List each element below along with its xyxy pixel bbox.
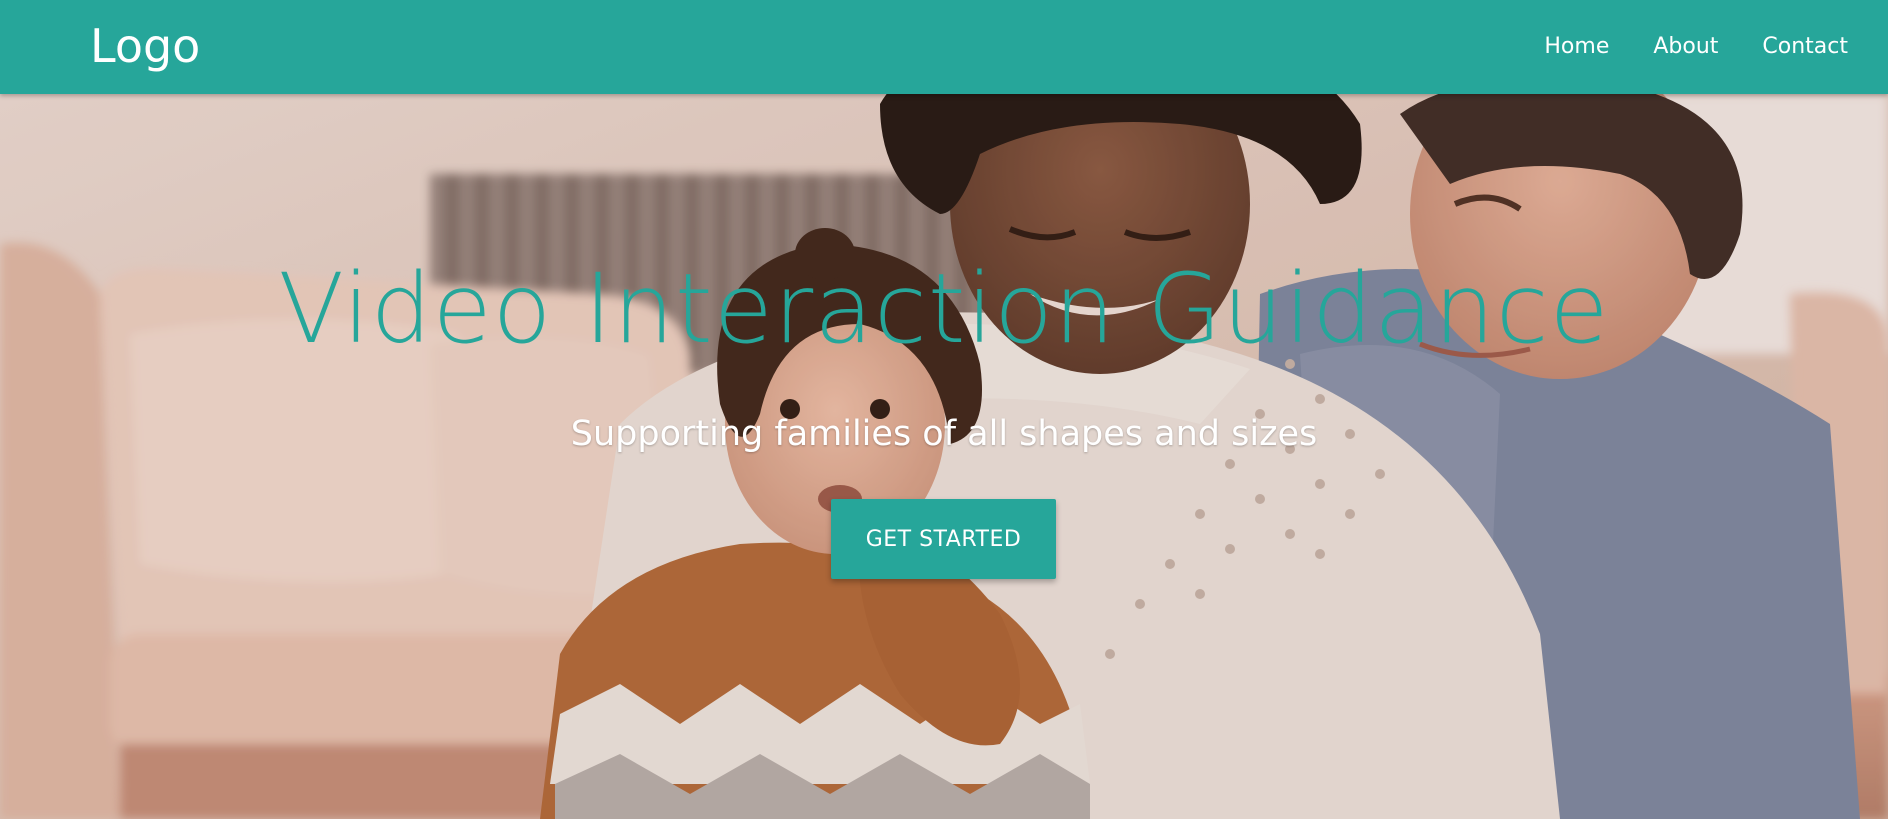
family-photo-background xyxy=(0,94,1888,819)
nav-links: Home About Contact xyxy=(1522,0,1870,94)
nav-item-contact: Contact xyxy=(1740,0,1870,94)
nav-link-home[interactable]: Home xyxy=(1522,0,1631,94)
hero-title: Video Interaction Guidance xyxy=(278,253,1610,365)
get-started-button[interactable]: GET STARTED xyxy=(831,499,1056,579)
nav-link-contact[interactable]: Contact xyxy=(1740,0,1870,94)
navbar: Logo Home About Contact xyxy=(0,0,1888,94)
logo-link[interactable]: Logo xyxy=(90,18,200,74)
nav-item-home: Home xyxy=(1522,0,1631,94)
hero-section: Video Interaction Guidance Supporting fa… xyxy=(0,94,1888,819)
nav-link-about[interactable]: About xyxy=(1631,0,1740,94)
nav-item-about: About xyxy=(1631,0,1740,94)
hero-subtitle: Supporting families of all shapes and si… xyxy=(570,414,1318,454)
